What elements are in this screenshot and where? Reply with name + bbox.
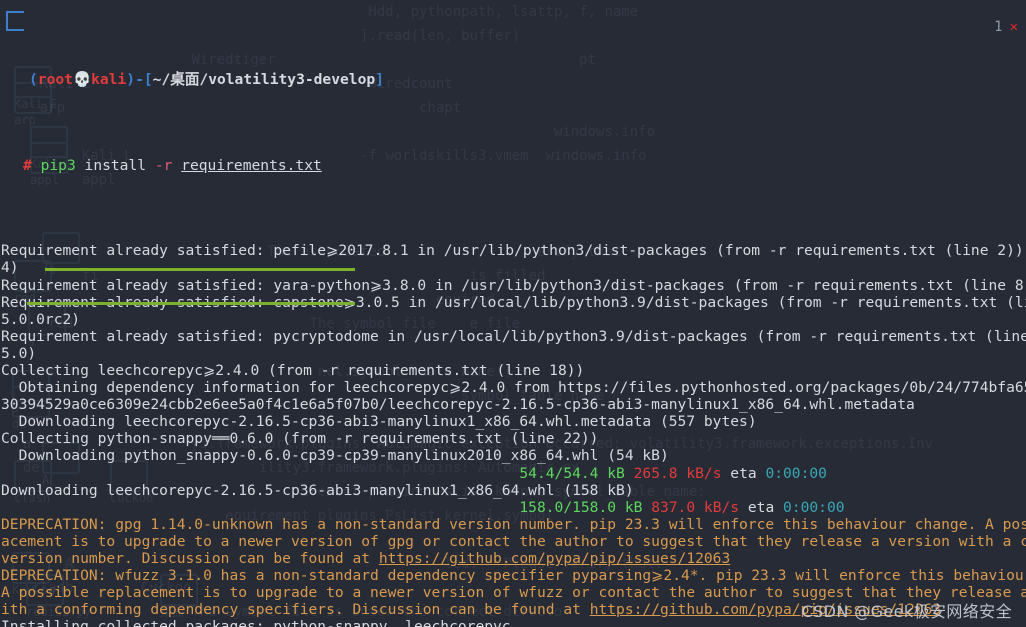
output-text: 158.0/158.0 kB	[519, 498, 643, 516]
terminal-output-area[interactable]: (root💀kali)-[~/桌面/volatility3-develop] #…	[0, 0, 1026, 627]
output-text: 54.4/54.4 kB	[519, 464, 625, 482]
output-line: Collecting python-snappy══0.6.0 (from -r…	[1, 430, 1026, 447]
output-text: Downloading leechcorepyc-2.16.5-cp36-abi…	[1, 481, 634, 499]
output-line: A possible replacement is to upgrade to …	[1, 584, 1026, 601]
output-text: Obtaining dependency information for lee…	[1, 379, 1026, 397]
output-text: Requirement already satisfied: yara-pyth…	[1, 276, 1026, 294]
output-text: A possible replacement is to upgrade to …	[1, 584, 1026, 602]
output-text: Downloading python_snappy-0.6.0-cp39-cp3…	[1, 447, 669, 465]
output-text: 265.8 kB/s	[633, 464, 722, 482]
prompt-open-paren: (	[29, 71, 38, 89]
output-line: DEPRECATION: gpg 1.14.0-unknown has a no…	[1, 516, 1026, 533]
output-text: Collecting python-snappy══0.6.0 (from -r…	[1, 430, 599, 448]
output-line: 5.0)	[1, 345, 1026, 362]
cmd-space	[32, 157, 41, 174]
output-text: eta	[747, 498, 775, 516]
command-flag: -r	[154, 156, 173, 174]
output-line: 158.0/158.0 kB 837.0 kB/s eta 0:00:00	[1, 499, 1026, 516]
output-text: DEPRECATION: gpg 1.14.0-unknown has a no…	[1, 515, 1026, 533]
output-text: ith a conforming dependency specifiers. …	[1, 601, 590, 619]
output-line: Downloading leechcorepyc-2.16.5-cp36-abi…	[1, 413, 1026, 430]
output-line: Requirement already satisfied: pycryptod…	[1, 328, 1026, 345]
output-line: 30394529a0ce6309e24cbb2e6ee5a0f4c1e6a5f0…	[1, 396, 1026, 413]
skull-icon: 💀	[72, 71, 92, 89]
output-line: Obtaining dependency information for lee…	[1, 379, 1026, 396]
command-subcommand: install	[75, 156, 155, 174]
output-text: acement is to upgrade to a newer version…	[1, 532, 1026, 550]
cmd-space-2	[172, 157, 181, 174]
window-close-indicator[interactable]: 1 ✕	[994, 19, 1018, 36]
output-text: eta	[730, 464, 757, 482]
output-text: 4)	[1, 259, 19, 277]
download-progress-bar	[27, 301, 355, 305]
output-text: Installing collected packages: python-sn…	[1, 618, 511, 627]
output-line: 54.4/54.4 kB 265.8 kB/s eta 0:00:00	[1, 465, 1026, 482]
output-line: Downloading python_snappy-0.6.0-cp39-cp3…	[1, 447, 1026, 464]
prompt-path: ~/桌面/volatility3-develop	[152, 71, 376, 89]
output-line: Downloading leechcorepyc-2.16.5-cp36-abi…	[1, 482, 1026, 499]
prompt-line-top: (root💀kali)-[~/桌面/volatility3-develop]	[1, 71, 1026, 88]
output-line: version number. Discussion can be found …	[1, 550, 1026, 567]
output-text: Requirement already satisfied: pycryptod…	[1, 327, 1026, 345]
watermark: CSDN @Geek极安网络安全	[801, 601, 1012, 621]
output-text: 0:00:00	[765, 464, 827, 482]
prompt-dash-bracket: -[	[135, 71, 153, 89]
prompt-user: root	[37, 71, 73, 89]
output-text: Requirement already satisfied: pefile⩾20…	[1, 242, 1026, 260]
output-line: DEPRECATION: wfuzz 3.1.0 has a non-stand…	[1, 567, 1026, 584]
download-progress-bar	[45, 267, 355, 271]
output-text: Collecting leechcorepyc⩾2.4.0 (from -r r…	[1, 361, 585, 379]
command-argument: requirements.txt	[181, 156, 322, 174]
output-link[interactable]: https://github.com/pypa/pip/issues/12063	[379, 550, 730, 567]
output-line: Requirement already satisfied: yara-pyth…	[1, 277, 1026, 294]
terminal-window[interactable]: Hdd, pythonpath, lsattp, f, name ].read(…	[0, 0, 1026, 627]
output-text: 0:00:00	[783, 498, 845, 516]
output-line: acement is to upgrade to a newer version…	[1, 533, 1026, 550]
command-line: # pip3 install -r requirements.txt	[1, 157, 1026, 174]
output-line: Collecting leechcorepyc⩾2.4.0 (from -r r…	[1, 362, 1026, 379]
output-text: 30394529a0ce6309e24cbb2e6ee5a0f4c1e6a5f0…	[1, 396, 915, 414]
pip-output-lines: Requirement already satisfied: pefile⩾20…	[1, 242, 1026, 627]
prompt-host: kali	[91, 71, 127, 89]
output-line: Requirement already satisfied: pefile⩾20…	[1, 242, 1026, 259]
prompt-corner-bottom	[6, 20, 24, 31]
window-indicator-count: 1	[994, 19, 1003, 35]
output-text: Downloading leechcorepyc-2.16.5-cp36-abi…	[1, 413, 757, 431]
prompt-close-bracket: ]	[375, 71, 384, 89]
prompt-hash: #	[23, 156, 32, 174]
output-text: 5.0.0rc2)	[1, 310, 81, 328]
close-icon[interactable]: ✕	[1010, 19, 1018, 35]
command-program: pip3	[40, 156, 76, 174]
prompt-close-paren: )	[126, 71, 136, 89]
output-text: version number. Discussion can be found …	[1, 550, 379, 567]
output-text: DEPRECATION: wfuzz 3.1.0 has a non-stand…	[1, 567, 1026, 585]
output-text: 837.0 kB/s	[651, 498, 740, 516]
output-line: 5.0.0rc2)	[1, 311, 1026, 328]
output-text: 5.0)	[1, 344, 37, 362]
